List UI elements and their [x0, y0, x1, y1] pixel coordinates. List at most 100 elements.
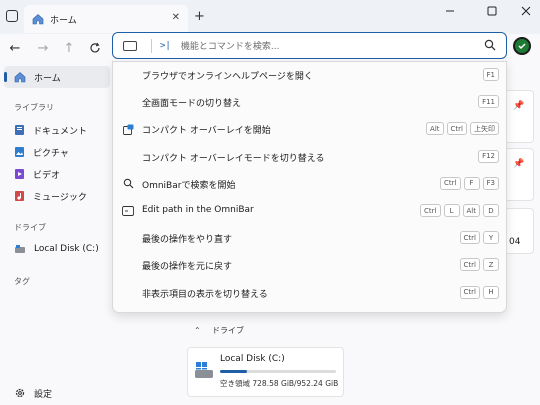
- tab-title: ホーム: [50, 15, 77, 26]
- shortcut-keys: F1: [482, 68, 499, 81]
- shortcut-keys: Ctrl H: [459, 285, 499, 299]
- recent-card-text: 04: [509, 237, 521, 247]
- sidebar-item-music[interactable]: ミュージック: [0, 185, 110, 207]
- sidebar-item-label: Local Disk (C:): [34, 244, 99, 254]
- key-cap: F1: [482, 68, 499, 81]
- quick-access-card[interactable]: 📌: [504, 90, 534, 143]
- omnibar-input[interactable]: 機能とコマンドを検索...: [181, 39, 280, 52]
- command-item[interactable]: 最後の操作をやり直す Ctrl Y: [113, 225, 506, 251]
- command-label: 最後の操作を元に戻す: [142, 262, 233, 273]
- minimize-icon[interactable]: [430, 0, 470, 22]
- drive-icon: [14, 244, 26, 255]
- status-check-icon[interactable]: [513, 37, 531, 55]
- shortcut-keys: F11: [478, 95, 499, 109]
- command-item[interactable]: OmniBarで検索を開始 Ctrl F F3: [113, 171, 506, 197]
- shortcut-keys: Alt Ctrl 上矢印: [426, 122, 499, 136]
- sidebar-heading-tags: タグ: [14, 277, 30, 286]
- sidebar-item-documents[interactable]: ドキュメント: [0, 119, 110, 141]
- compact-overlay-icon: [122, 123, 134, 135]
- key-cap: Ctrl: [420, 204, 441, 217]
- command-item[interactable]: 全画面モードの切り替え F11: [113, 89, 506, 115]
- key-cap: Alt: [426, 122, 444, 136]
- command-item[interactable]: 最後の操作を元に戻す Ctrl Z: [113, 252, 506, 278]
- document-icon: [14, 124, 25, 136]
- key-cap: L: [443, 204, 460, 217]
- sidebar-heading-library: ライブラリ: [14, 103, 54, 112]
- command-label: 最後の操作をやり直す: [142, 235, 233, 246]
- drive-card[interactable]: Local Disk (C:) 空き領域 728.58 GiB/952.24 G…: [187, 347, 344, 397]
- home-icon: [32, 13, 44, 25]
- drives-section-title: ドライブ: [212, 326, 244, 335]
- key-cap: F: [463, 176, 480, 190]
- gear-icon: [14, 387, 26, 399]
- command-item[interactable]: 非表示項目の表示を切り替える Ctrl H: [113, 280, 506, 306]
- command-item[interactable]: コンパクト オーバーレイモードを切り替える F12: [113, 144, 506, 170]
- sidebar-item-label: 設定: [34, 389, 53, 400]
- command-item[interactable]: ブラウザでオンラインヘルプページを開く F1: [113, 62, 506, 88]
- key-cap: F11: [478, 95, 499, 109]
- key-cap: Ctrl: [459, 231, 480, 245]
- home-icon: [14, 71, 26, 83]
- refresh-icon[interactable]: [84, 37, 106, 59]
- search-icon[interactable]: [484, 39, 496, 54]
- command-label: コンパクト オーバーレイを開始: [142, 126, 271, 137]
- key-cap: D: [483, 204, 499, 217]
- new-tab-icon[interactable]: +: [194, 9, 205, 24]
- forward-icon[interactable]: →: [32, 37, 54, 59]
- shortcut-keys: Ctrl L Alt D: [420, 204, 499, 217]
- shortcut-keys: Ctrl Y: [459, 231, 499, 245]
- tab-home[interactable]: ホーム ✕: [24, 5, 188, 33]
- key-cap: Ctrl: [446, 122, 467, 136]
- omnibar-mode-icon[interactable]: [123, 40, 137, 51]
- sidebar-item-home[interactable]: ホーム: [4, 66, 110, 88]
- close-window-icon[interactable]: [506, 0, 540, 22]
- command-label: 非表示項目の表示を切り替える: [142, 289, 268, 300]
- omnibar[interactable]: >| 機能とコマンドを検索...: [112, 32, 507, 59]
- key-cap: H: [483, 285, 499, 299]
- recent-card[interactable]: 04: [504, 208, 534, 254]
- command-item[interactable]: コンパクト オーバーレイを開始 Alt Ctrl 上矢印: [113, 116, 506, 142]
- key-cap: Ctrl: [440, 176, 461, 190]
- sidebar-toggle-icon[interactable]: [6, 10, 18, 22]
- shortcut-keys: F12: [478, 149, 499, 163]
- sidebar-item-pictures[interactable]: ピクチャ: [0, 141, 110, 163]
- pin-icon[interactable]: 📌: [513, 159, 524, 169]
- command-label: Edit path in the OmniBar: [142, 205, 254, 215]
- sidebar-item-label: ミュージック: [33, 192, 87, 203]
- key-cap: 上矢印: [470, 122, 499, 136]
- sidebar-item-settings[interactable]: 設定: [0, 382, 110, 404]
- up-icon[interactable]: ↑: [58, 37, 80, 59]
- pin-icon[interactable]: 📌: [513, 101, 524, 111]
- drive-usage-bar: [220, 370, 336, 373]
- search-icon: [122, 178, 134, 190]
- key-cap: Y: [483, 231, 499, 245]
- sidebar-item-local-disk[interactable]: Local Disk (C:): [0, 238, 110, 260]
- command-prompt-icon: >|: [160, 40, 171, 51]
- video-icon: [14, 168, 25, 180]
- sidebar-item-label: ホーム: [34, 73, 61, 84]
- music-icon: [14, 190, 25, 202]
- title-bar: ホーム ✕ +: [0, 0, 540, 34]
- quick-access-card[interactable]: 📌: [504, 148, 534, 201]
- shortcut-keys: Ctrl Z: [459, 258, 499, 272]
- key-cap: F3: [482, 176, 499, 190]
- chevron-up-icon[interactable]: ⌃: [194, 326, 201, 335]
- close-tab-icon[interactable]: ✕: [172, 12, 180, 23]
- key-cap: Ctrl: [459, 285, 480, 299]
- omnibar-path-icon: [122, 205, 134, 217]
- key-cap: Ctrl: [459, 258, 480, 272]
- shortcut-keys: Ctrl F F3: [440, 176, 499, 190]
- sidebar-item-label: ビデオ: [33, 170, 61, 181]
- sidebar-item-videos[interactable]: ビデオ: [0, 163, 110, 185]
- command-label: 全画面モードの切り替え: [142, 99, 242, 110]
- drive-name: Local Disk (C:): [220, 354, 285, 364]
- sidebar: ホーム ライブラリ ドキュメント ピクチャ ビデオ ミュージック ドライブ Lo…: [0, 60, 112, 405]
- sidebar-item-label: ピクチャ: [33, 148, 69, 159]
- command-label: ブラウザでオンラインヘルプページを開く: [142, 72, 313, 82]
- command-label: コンパクト オーバーレイモードを切り替える: [142, 153, 325, 164]
- picture-icon: [14, 146, 25, 158]
- back-icon[interactable]: ←: [4, 37, 26, 59]
- key-cap: Z: [483, 258, 499, 272]
- key-cap: Alt: [462, 204, 480, 217]
- command-item[interactable]: Edit path in the OmniBar Ctrl L Alt D: [113, 198, 506, 224]
